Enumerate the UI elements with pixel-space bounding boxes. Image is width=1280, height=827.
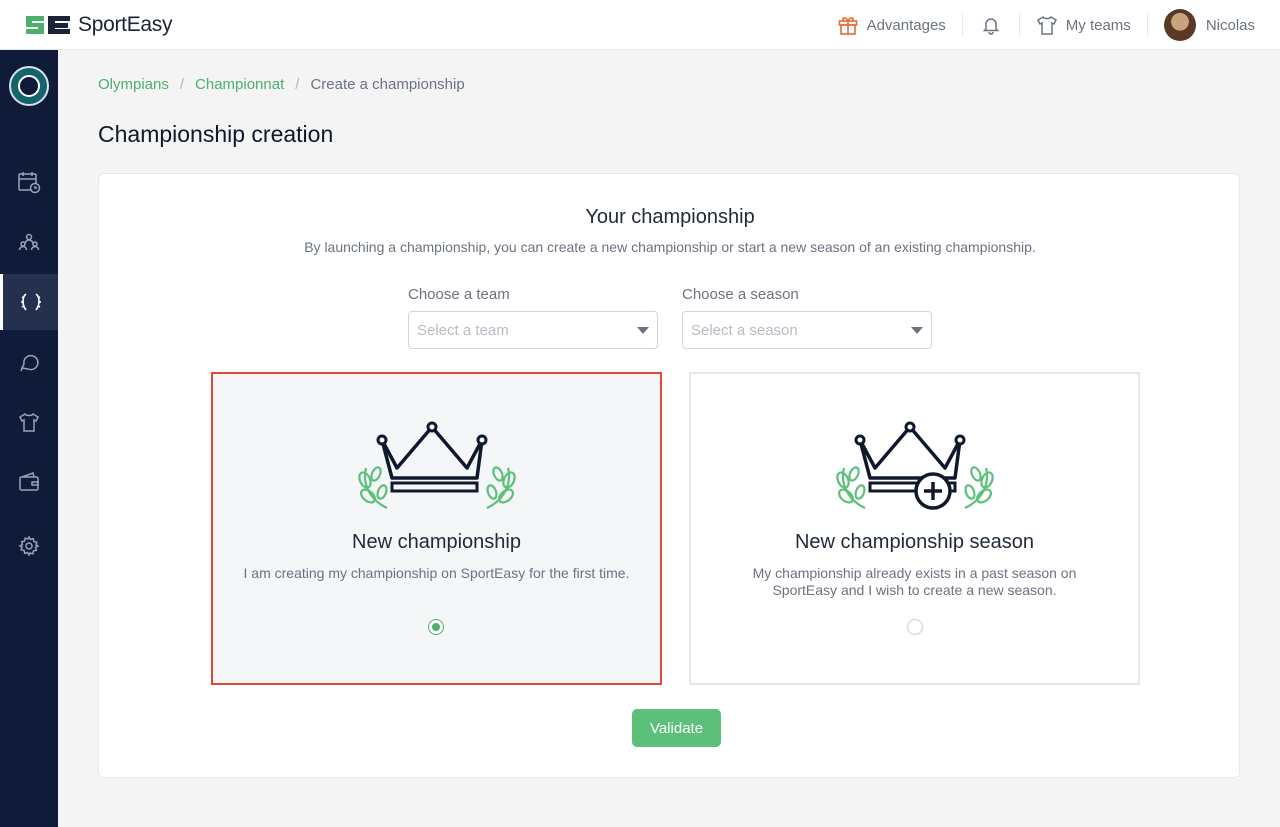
club-badge-star-icon xyxy=(18,75,40,97)
chevron-down-icon xyxy=(637,327,649,334)
new-season-radio[interactable] xyxy=(907,619,923,635)
crown-plus-laurel-icon xyxy=(691,418,1138,518)
my-teams-label: My teams xyxy=(1065,16,1131,34)
my-teams-link[interactable]: My teams xyxy=(1020,0,1147,50)
shirt-icon xyxy=(19,412,39,432)
bell-icon xyxy=(982,18,1000,35)
notifications-button[interactable] xyxy=(963,0,1019,50)
new-championship-card[interactable]: New championship I am creating my champi… xyxy=(211,372,662,685)
sidebar-item-teams[interactable] xyxy=(0,394,58,450)
chevron-down-icon xyxy=(911,327,923,334)
top-actions: Advantages My teams Nicolas xyxy=(821,0,1280,50)
breadcrumb-current: Create a championship xyxy=(310,76,465,93)
avatar xyxy=(1163,9,1196,41)
season-label: Choose a season xyxy=(682,286,799,303)
panel-subtitle: By launching a championship, you can cre… xyxy=(304,239,1036,255)
sidebar xyxy=(0,50,58,827)
breadcrumb-olympians[interactable]: Olympians xyxy=(98,76,169,93)
advantages-label: Advantages xyxy=(866,16,946,34)
advantages-link[interactable]: Advantages xyxy=(821,0,962,50)
breadcrumb: Olympians / Championnat / Create a champ… xyxy=(98,76,465,93)
gift-icon xyxy=(838,17,857,35)
validate-button[interactable]: Validate xyxy=(632,709,721,747)
shirt-icon xyxy=(1036,15,1057,35)
user-name: Nicolas xyxy=(1205,16,1255,34)
season-select-placeholder: Select a season xyxy=(691,322,798,339)
championship-panel: Your championship By launching a champio… xyxy=(98,173,1240,778)
sidebar-item-settings[interactable] xyxy=(0,518,58,574)
wallet-icon xyxy=(19,472,39,491)
panel-title: Your championship xyxy=(585,206,755,228)
page-title: Championship creation xyxy=(98,121,334,147)
sidebar-item-calendar[interactable] xyxy=(0,154,58,210)
team-label: Choose a team xyxy=(408,286,510,303)
breadcrumb-separator: / xyxy=(179,76,185,93)
user-menu[interactable]: Nicolas xyxy=(1148,0,1280,50)
new-championship-description: I am creating my championship on SportEa… xyxy=(243,565,630,581)
logo-mark-icon xyxy=(26,16,70,34)
team-members-icon xyxy=(18,233,40,251)
breadcrumb-separator: / xyxy=(295,76,300,93)
crown-laurel-icon xyxy=(213,418,660,518)
laurel-icon xyxy=(20,293,41,311)
gear-icon xyxy=(18,535,40,557)
new-championship-radio[interactable] xyxy=(428,619,444,635)
breadcrumb-championnat[interactable]: Championnat xyxy=(195,76,284,93)
club-badge[interactable] xyxy=(9,66,49,106)
sidebar-item-championship[interactable] xyxy=(0,274,58,330)
new-season-card[interactable]: New championship season My championship … xyxy=(689,372,1140,685)
team-select[interactable]: Select a team xyxy=(408,311,658,349)
chat-icon xyxy=(20,354,39,372)
sidebar-item-payments[interactable] xyxy=(0,454,58,510)
calendar-icon xyxy=(18,172,41,194)
season-select[interactable]: Select a season xyxy=(682,311,932,349)
new-championship-title: New championship xyxy=(352,531,521,553)
brand-name: SportEasy xyxy=(78,13,173,36)
new-season-title: New championship season xyxy=(794,531,1035,553)
top-bar: SportEasy Advantages My teams Nicolas xyxy=(0,0,1280,50)
sidebar-item-messages[interactable] xyxy=(0,334,58,390)
sporteasy-logo[interactable]: SportEasy xyxy=(24,12,172,38)
team-select-placeholder: Select a team xyxy=(417,322,509,339)
new-season-description: My championship already exists in a past… xyxy=(752,565,1077,598)
sidebar-item-members[interactable] xyxy=(0,214,58,270)
